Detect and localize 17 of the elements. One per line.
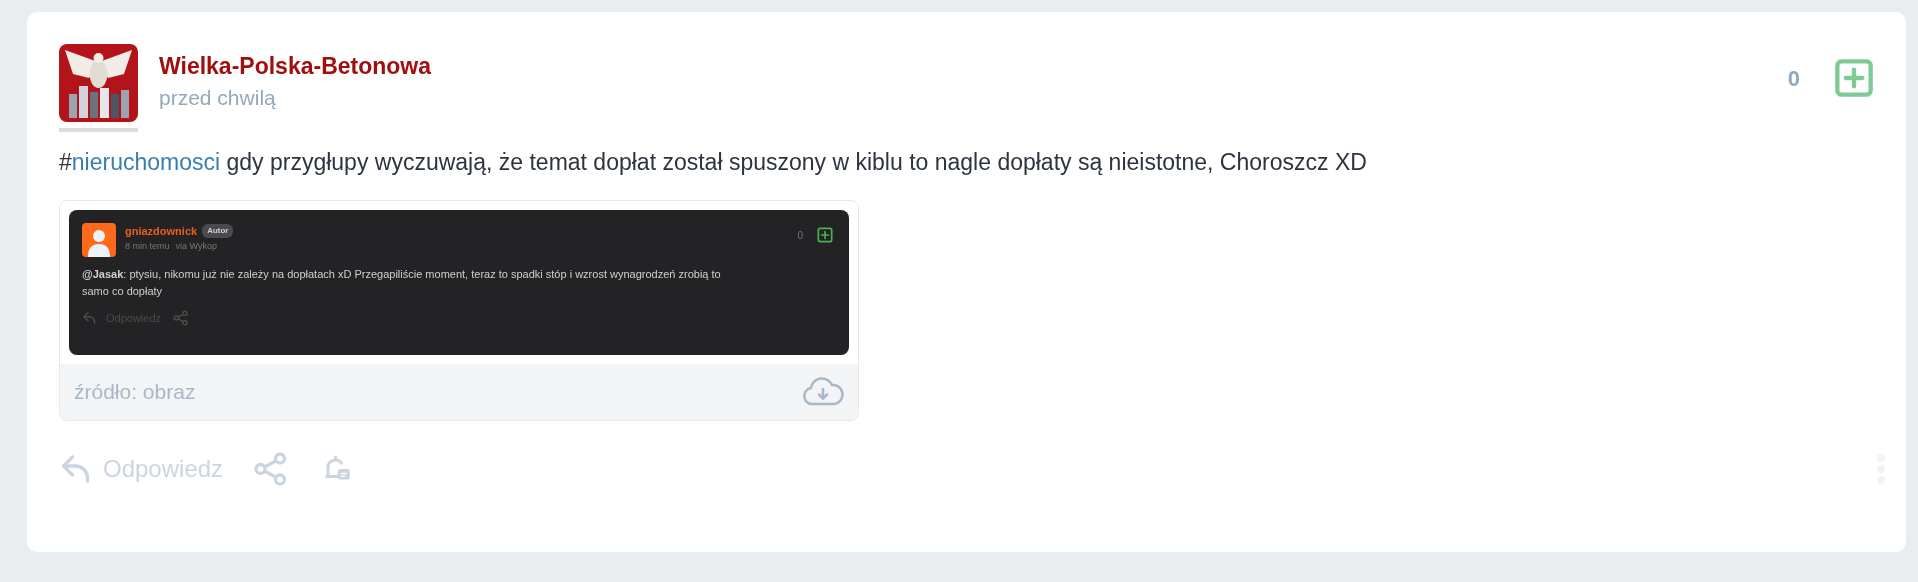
author-name[interactable]: gniazdownick [125, 223, 198, 240]
share-icon[interactable] [173, 310, 190, 327]
comment-text: @Jasak: ptysiu, nikomu już nie zależy na dopłatach xD Przegapiliście moment, teraz to spadki stóp i wzrost wynagrodzeń zrobią to samo co dopłaty [82, 267, 722, 299]
plus-vote-icon[interactable] [817, 227, 833, 243]
author-name[interactable]: Wielka-Polska-Betonowa [159, 52, 432, 80]
vote-count: 0 [1787, 64, 1800, 93]
vote-count: 0 [797, 228, 803, 243]
reply-icon [82, 310, 98, 327]
author-badge: Autor [202, 224, 234, 239]
cloud-download-icon[interactable] [802, 376, 844, 408]
image-source: źródło: obraz [74, 379, 196, 406]
timestamp: przed chwilą [159, 85, 277, 111]
source-label: via Wykop [175, 239, 217, 253]
hashtag-link[interactable]: nieruchomosci [71, 149, 221, 175]
post-text: #nieruchomosci gdy przygłupy wyczuwają, że temat dopłat został spuszony w kiblu to nagle dopłaty są nieistotne, Choroszcz XD [59, 148, 1368, 177]
avatar-icon [82, 223, 116, 257]
timestamp: 8 min temu [125, 239, 170, 253]
